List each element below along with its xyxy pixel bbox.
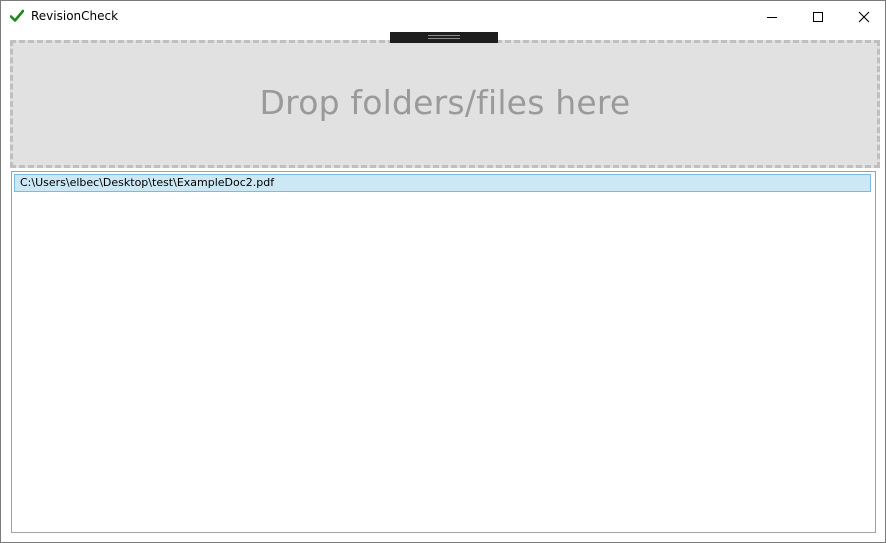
app-window: RevisionCheck Drop folders/files here C:… (0, 0, 886, 543)
file-path: C:\Users\elbec\Desktop\test\ExampleDoc2.… (20, 176, 275, 189)
maximize-icon (813, 11, 823, 22)
title-bar[interactable]: RevisionCheck (1, 1, 885, 32)
grip-line (428, 38, 460, 39)
minimize-icon (767, 16, 777, 18)
drag-handle[interactable] (390, 32, 498, 43)
minimize-button[interactable] (749, 1, 795, 32)
maximize-button[interactable] (795, 1, 841, 32)
grip-line (428, 35, 460, 36)
close-icon (858, 11, 870, 22)
checkmark-icon (10, 9, 24, 22)
drop-zone-label: Drop folders/files here (259, 82, 631, 122)
file-list[interactable]: C:\Users\elbec\Desktop\test\ExampleDoc2.… (11, 171, 876, 533)
file-list-item[interactable]: C:\Users\elbec\Desktop\test\ExampleDoc2.… (14, 174, 871, 192)
window-title: RevisionCheck (31, 9, 119, 23)
drop-zone[interactable]: Drop folders/files here (10, 40, 880, 168)
close-button[interactable] (841, 1, 886, 32)
